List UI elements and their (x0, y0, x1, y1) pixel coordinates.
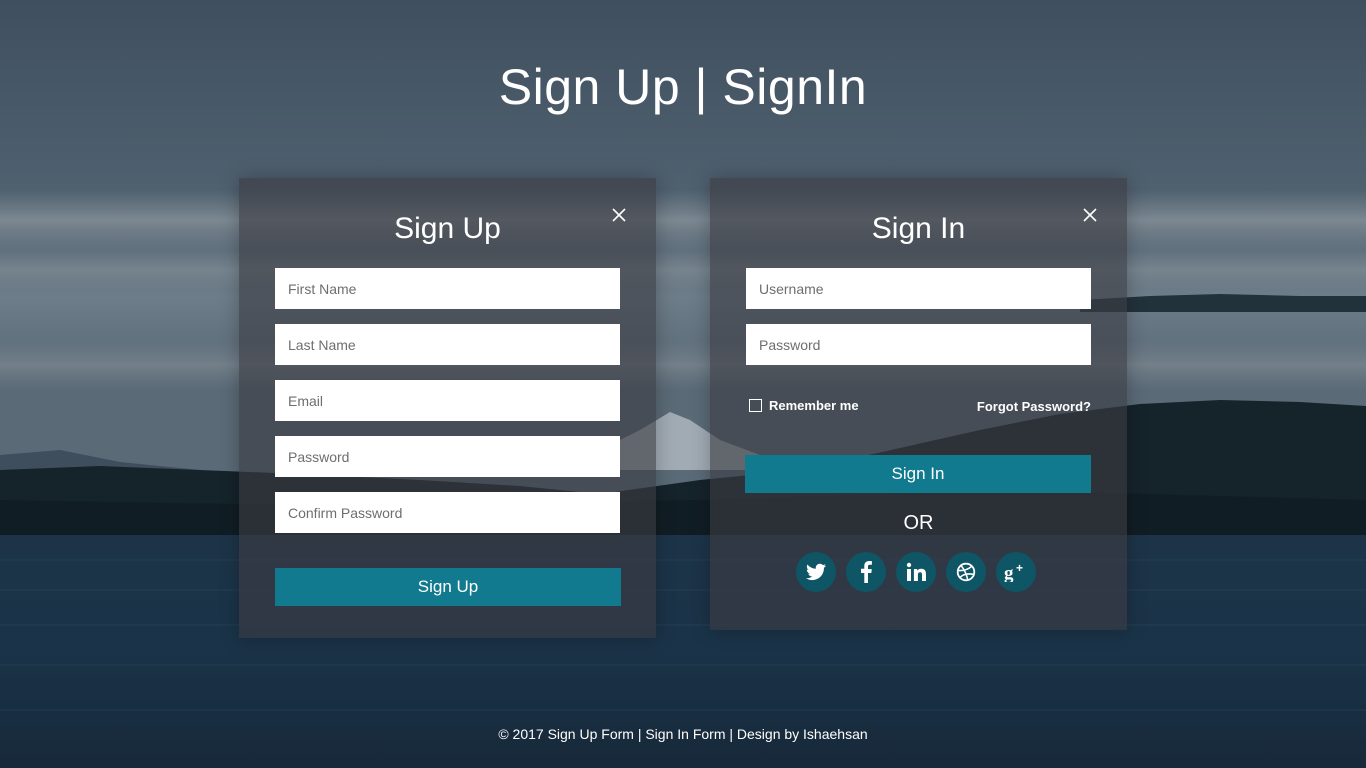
first-name-input[interactable] (275, 268, 620, 309)
close-icon (1083, 208, 1097, 222)
linkedin-button[interactable] (896, 552, 936, 592)
signin-close-button[interactable] (1081, 206, 1099, 224)
signin-title: Sign In (871, 212, 966, 245)
remember-me-checkbox[interactable] (749, 399, 762, 412)
signup-password-input[interactable] (275, 436, 620, 477)
dribbble-button[interactable] (946, 552, 986, 592)
dribbble-icon (956, 562, 976, 582)
svg-text:+: + (1016, 562, 1023, 575)
page-title: Sign Up | SignIn (498, 59, 868, 115)
signup-panel: Sign Up Sign Up (239, 178, 656, 638)
signup-close-button[interactable] (610, 206, 628, 224)
last-name-input[interactable] (275, 324, 620, 365)
email-input[interactable] (275, 380, 620, 421)
signin-button[interactable]: Sign In (745, 455, 1091, 493)
username-input[interactable] (746, 268, 1091, 309)
or-divider: OR (903, 512, 934, 534)
close-icon (612, 208, 626, 222)
google-plus-button[interactable]: g + (996, 552, 1036, 592)
footer-text: © 2017 Sign Up Form | Sign In Form | Des… (498, 726, 868, 742)
forgot-password-link[interactable]: Forgot Password? (977, 399, 1091, 414)
linkedin-icon (906, 562, 926, 581)
signin-panel: Sign In Remember me Forgot Password? Sig… (710, 178, 1127, 630)
twitter-button[interactable] (796, 552, 836, 592)
google-plus-icon: g + (1004, 562, 1023, 582)
confirm-password-input[interactable] (275, 492, 620, 533)
twitter-icon (806, 563, 826, 581)
social-buttons: g + (796, 552, 1036, 592)
signin-password-input[interactable] (746, 324, 1091, 365)
remember-me-label: Remember me (769, 398, 859, 413)
signup-title: Sign Up (394, 212, 501, 245)
svg-text:g: g (1004, 563, 1014, 582)
facebook-icon (861, 561, 872, 583)
signup-button[interactable]: Sign Up (275, 568, 621, 606)
remember-me[interactable]: Remember me (749, 398, 859, 413)
facebook-button[interactable] (846, 552, 886, 592)
